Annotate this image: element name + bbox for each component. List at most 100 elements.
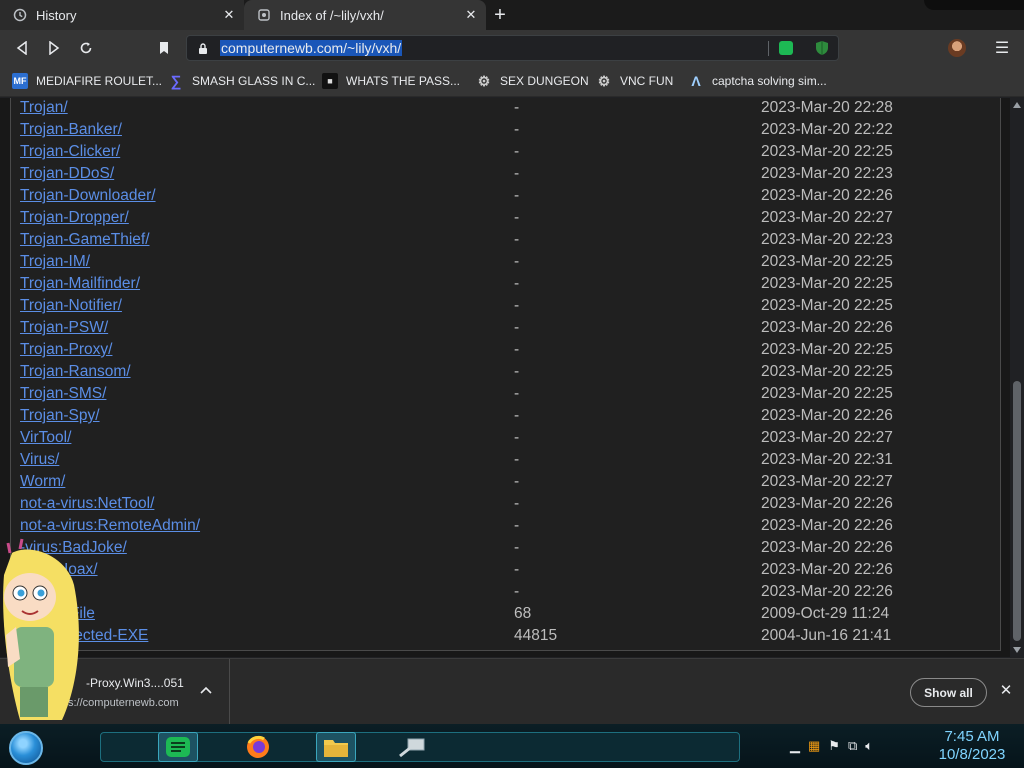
file-size: - <box>514 451 520 468</box>
file-link[interactable]: Worm/ <box>20 473 65 491</box>
file-size: - <box>514 297 520 314</box>
file-link[interactable]: not-a-virus:NetTool/ <box>20 495 154 513</box>
window-controls <box>924 0 1024 10</box>
scroll-down-icon[interactable] <box>1013 647 1021 653</box>
back-icon[interactable] <box>10 36 34 60</box>
taskbar: ▁ ▦ ⚑ ⧉ 🔈︎ 7:45 AM 10/8/2023 <box>0 724 1024 768</box>
table-row: VirTool/ - 2023-Mar-20 22:27 <box>20 428 990 450</box>
file-link[interactable]: Trojan-Clicker/ <box>20 143 120 161</box>
extension-icon[interactable] <box>779 41 793 55</box>
file-date: 2023-Mar-20 22:28 <box>761 99 893 116</box>
bookmark-item[interactable]: ■ WHATS THE PASS... <box>322 71 460 91</box>
bookmark-item[interactable]: ⚙ SEX DUNGEON <box>476 71 589 91</box>
tab-strip: History ✕ Index of /~lily/vxh/ ✕ + <box>0 0 1024 30</box>
scroll-up-icon[interactable] <box>1013 102 1021 108</box>
table-row: -virus:BadJoke/-2023-Mar-20 22:26 <box>20 538 990 560</box>
forward-icon[interactable] <box>42 36 66 60</box>
browser-window: History ✕ Index of /~lily/vxh/ ✕ + compu… <box>0 0 1024 768</box>
bookmark-item[interactable]: MF MEDIAFIRE ROULET... <box>12 71 162 91</box>
gear-icon: ⚙ <box>477 72 491 89</box>
file-link[interactable]: Trojan-Ransom/ <box>20 363 131 381</box>
table-row: Trojan-Downloader/ - 2023-Mar-20 22:26 <box>20 186 990 208</box>
file-link[interactable]: Trojan-PSW/ <box>20 319 108 337</box>
file-size: - <box>514 407 520 424</box>
avatar[interactable] <box>948 39 966 57</box>
table-row: ord-protected-EXE 44815 2004-Jun-16 21:41 <box>20 626 990 648</box>
chevron-up-icon[interactable] <box>200 685 212 697</box>
close-icon[interactable]: ✕ <box>220 6 238 24</box>
file-link[interactable]: VirTool/ <box>20 429 71 447</box>
reload-icon[interactable] <box>74 36 98 60</box>
file-size: - <box>514 99 520 116</box>
bookmark-item[interactable]: Λ captcha solving sim... <box>688 71 826 91</box>
file-size: - <box>514 275 520 292</box>
file-date: 2023-Mar-20 22:26 <box>761 539 893 556</box>
file-link[interactable]: not-a-virus:RemoteAdmin/ <box>20 517 200 535</box>
bookmark-label: WHATS THE PASS... <box>346 74 461 88</box>
close-icon[interactable]: ✕ <box>998 683 1014 699</box>
file-link[interactable]: Trojan-SMS/ <box>20 385 106 403</box>
clock-date: 10/8/2023 <box>938 746 1006 763</box>
clock[interactable]: 7:45 AM 10/8/2023 <box>930 728 1014 764</box>
new-tab-button[interactable]: + <box>489 5 511 25</box>
scroll-thumb[interactable] <box>1013 381 1021 641</box>
bookmark-item[interactable]: ⚙ VNC FUN <box>596 71 674 91</box>
table-row: Worm/ - 2023-Mar-20 22:27 <box>20 472 990 494</box>
table-row: Virus/ - 2023-Mar-20 22:31 <box>20 450 990 472</box>
file-link[interactable]: Trojan-Downloader/ <box>20 187 156 205</box>
file-link[interactable]: Trojan-Proxy/ <box>20 341 112 359</box>
menu-icon[interactable]: ☰ <box>994 38 1010 58</box>
file-link[interactable]: Trojan-Dropper/ <box>20 209 129 227</box>
file-link[interactable]: Trojan-IM/ <box>20 253 90 271</box>
file-size: - <box>514 209 520 226</box>
chat-app-icon[interactable] <box>158 732 198 762</box>
show-hidden-icon[interactable]: ▁ <box>790 738 800 754</box>
network-icon[interactable]: ⧉ <box>848 738 857 754</box>
file-link[interactable]: Trojan-GameThief/ <box>20 231 150 249</box>
table-row: - 2023-Mar-20 22:26 <box>20 582 990 604</box>
file-link[interactable]: Trojan-Mailfinder/ <box>20 275 140 293</box>
volume-icon[interactable]: 🔈︎ <box>865 738 873 754</box>
app-tray-icon[interactable]: ▦ <box>808 738 820 754</box>
tab-title: Index of /~lily/vxh/ <box>280 7 384 23</box>
page-favicon-icon <box>256 7 272 23</box>
file-date: 2023-Mar-20 22:25 <box>761 297 893 314</box>
file-size: - <box>514 429 520 446</box>
file-link[interactable]: Trojan-Banker/ <box>20 121 122 139</box>
file-link[interactable]: Trojan-Spy/ <box>20 407 100 425</box>
tab-history[interactable]: History ✕ <box>0 0 244 30</box>
show-all-button[interactable]: Show all <box>910 678 987 707</box>
shield-icon[interactable] <box>815 40 829 56</box>
address-bar[interactable]: computernewb.com/~lily/vxh/ <box>186 35 839 61</box>
file-link[interactable]: Trojan-Notifier/ <box>20 297 122 315</box>
table-row: Trojan-Ransom/ - 2023-Mar-20 22:25 <box>20 362 990 384</box>
toolbar: computernewb.com/~lily/vxh/ ☰ <box>0 30 1024 65</box>
scrollbar[interactable] <box>1010 98 1024 657</box>
file-listing: Trojan/ - 2023-Mar-20 22:28 Trojan-Banker/ -… <box>10 98 1001 651</box>
mediafire-icon: MF <box>12 73 28 89</box>
file-link[interactable]: Virus/ <box>20 451 59 469</box>
close-icon[interactable]: ✕ <box>462 6 480 24</box>
file-link[interactable]: Trojan/ <box>20 99 68 117</box>
tab-index[interactable]: Index of /~lily/vxh/ ✕ <box>244 0 486 30</box>
bookmark-item[interactable]: ∑ SMASH GLASS IN C... <box>168 71 316 91</box>
file-date: 2004-Jun-16 21:41 <box>761 627 892 644</box>
file-date: 2023-Mar-20 22:23 <box>761 231 893 248</box>
file-size: - <box>514 187 520 204</box>
history-icon <box>12 7 28 23</box>
network-app-icon[interactable] <box>392 732 432 762</box>
bookmark-icon[interactable] <box>152 36 176 60</box>
file-explorer-icon[interactable] <box>316 732 356 762</box>
table-row: Trojan-Dropper/ - 2023-Mar-20 22:27 <box>20 208 990 230</box>
flag-icon[interactable]: ⚑ <box>828 738 840 754</box>
start-button[interactable] <box>9 731 43 765</box>
table-row: Trojan-DDoS/ - 2023-Mar-20 22:23 <box>20 164 990 186</box>
url-text[interactable]: computernewb.com/~lily/vxh/ <box>220 40 403 56</box>
firefox-icon[interactable] <box>238 732 278 762</box>
table-row: Trojan-GameThief/ - 2023-Mar-20 22:23 <box>20 230 990 252</box>
file-size: - <box>514 253 520 270</box>
file-link[interactable]: Trojan-DDoS/ <box>20 165 114 183</box>
file-date: 2023-Mar-20 22:23 <box>761 165 893 182</box>
file-size: - <box>514 539 520 556</box>
file-date: 2023-Mar-20 22:27 <box>761 209 893 226</box>
